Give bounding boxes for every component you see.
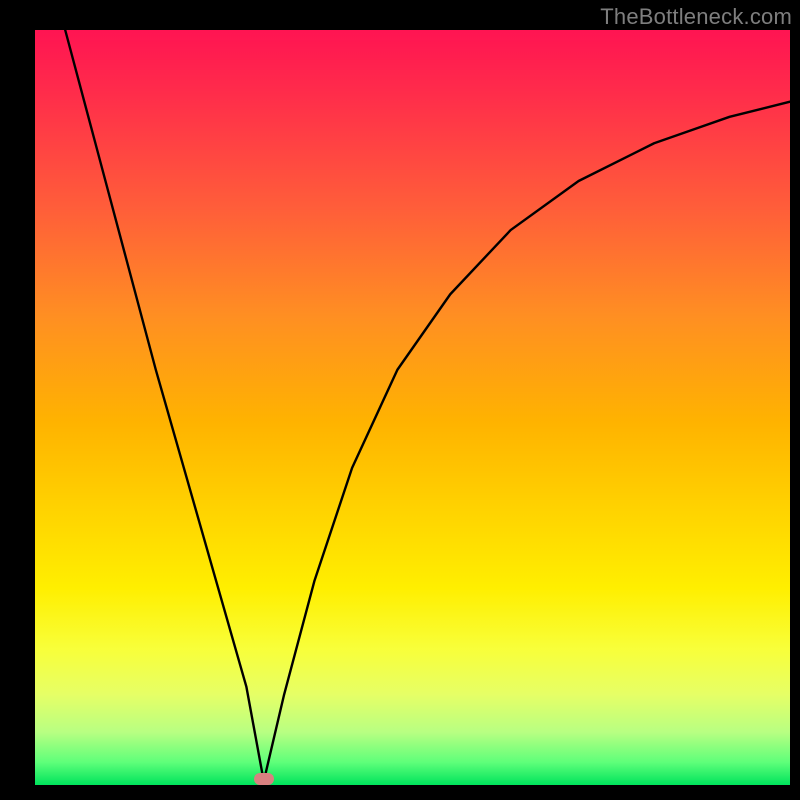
bottleneck-curve — [0, 0, 800, 800]
chart-frame: TheBottleneck.com — [0, 0, 800, 800]
watermark-text: TheBottleneck.com — [600, 4, 792, 30]
bottleneck-marker — [254, 773, 274, 785]
